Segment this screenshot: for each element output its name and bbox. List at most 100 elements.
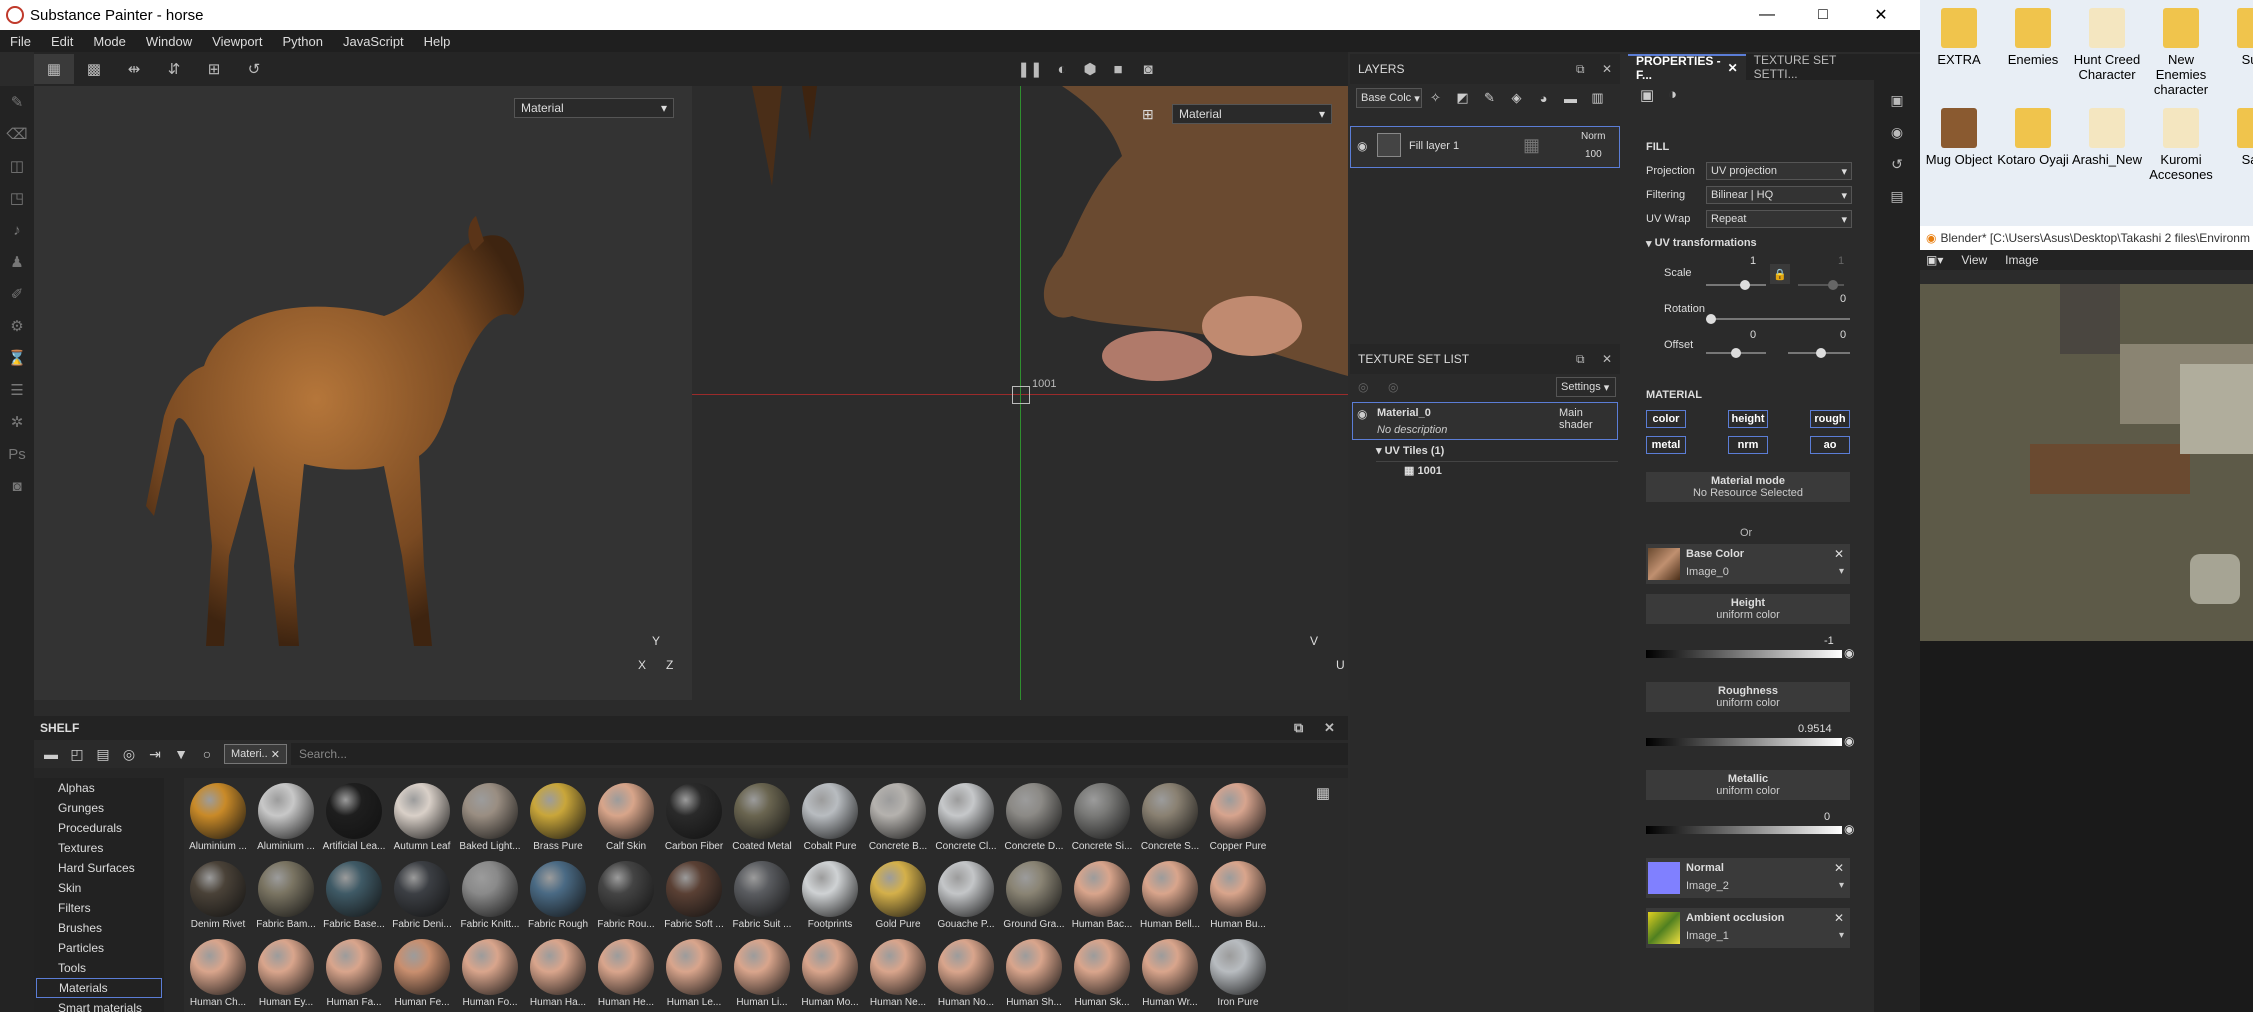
desktop-icon-new-enemies[interactable]: New Enemies character: [2144, 0, 2218, 97]
add-fill-layer-icon[interactable]: ◈: [1503, 86, 1530, 110]
close-button[interactable]: ✕: [1858, 0, 1904, 30]
remove-base-color-icon[interactable]: ✕: [1834, 547, 1844, 561]
shelf-material-item[interactable]: Concrete B...: [864, 778, 932, 858]
shelf-material-item[interactable]: Denim Rivet: [184, 856, 252, 936]
uv-tile-toggle-icon[interactable]: ⊞: [1142, 106, 1154, 123]
metallic-color-picker-icon[interactable]: ◉: [1844, 822, 1854, 836]
folder-icon[interactable]: ▬: [38, 743, 64, 765]
shelf-material-item[interactable]: Human Mo...: [796, 934, 864, 1012]
shelf-category-tools[interactable]: Tools: [34, 958, 164, 978]
rotation-slider[interactable]: [1706, 314, 1850, 324]
offset-u-slider[interactable]: [1706, 348, 1766, 358]
desktop-icon-arashi-new[interactable]: Arashi_New: [2070, 100, 2144, 167]
shelf-material-item[interactable]: Human Wr...: [1136, 934, 1204, 1012]
menu-python[interactable]: Python: [272, 34, 332, 49]
shelf-category-procedurals[interactable]: Procedurals: [34, 818, 164, 838]
shelf-category-smart-materials[interactable]: Smart materials: [34, 998, 164, 1012]
mirror-x-icon[interactable]: ⇹: [114, 54, 154, 84]
scale-u-slider[interactable]: [1706, 280, 1766, 290]
height-color-picker-icon[interactable]: ◉: [1844, 646, 1854, 660]
grid-view-icon[interactable]: ▩: [74, 54, 114, 84]
material-mode-box[interactable]: Material mode No Resource Selected: [1646, 472, 1850, 502]
shelf-category-grunges[interactable]: Grunges: [34, 798, 164, 818]
eraser-icon[interactable]: ⌫: [0, 118, 34, 150]
roughness-channel-box[interactable]: Roughness uniform color: [1646, 682, 1850, 712]
metallic-gradient-slider[interactable]: [1646, 826, 1842, 834]
shelf-material-item[interactable]: Coated Metal: [728, 778, 796, 858]
uv-tile-1001[interactable]: ▦ 1001: [1404, 464, 1442, 477]
shelf-material-item[interactable]: Concrete S...: [1136, 778, 1204, 858]
shelf-material-item[interactable]: Gouache P...: [932, 856, 1000, 936]
ao-dropdown-icon[interactable]: ▾: [1839, 930, 1844, 941]
roughness-color-picker-icon[interactable]: ◉: [1844, 734, 1854, 748]
color-picker-icon[interactable]: ✐: [0, 278, 34, 310]
viewport-2d-uv[interactable]: Material ▾ ⊞ 1001 V U: [692, 86, 1348, 700]
shelf-material-item[interactable]: Baked Light...: [456, 778, 524, 858]
desktop-icon-kotaro-oyaji[interactable]: Kotaro Oyaji: [1996, 100, 2070, 167]
hide-icon[interactable]: ◎: [116, 743, 142, 765]
measure-icon[interactable]: ☰: [0, 374, 34, 406]
desktop-icon-sa[interactable]: Sa...: [2218, 100, 2253, 167]
tsl-close-icon[interactable]: ✕: [1602, 352, 1612, 366]
layer-blend-mode[interactable]: Norm: [1581, 131, 1605, 142]
texture-set-shader[interactable]: Main shader: [1559, 407, 1617, 431]
channel-toggle-nrm[interactable]: nrm: [1728, 436, 1768, 454]
base-color-dropdown-icon[interactable]: ▾: [1839, 566, 1844, 577]
layer-row-fill-layer-1[interactable]: ◉ Fill layer 1 ▦ Norm 100: [1350, 126, 1620, 168]
delete-shelf-icon[interactable]: ▤: [90, 743, 116, 765]
menu-help[interactable]: Help: [414, 34, 461, 49]
base-color-slot[interactable]: Base Color Image_0 ✕ ▾: [1646, 544, 1850, 584]
hide-set-icon[interactable]: ◎: [1358, 380, 1368, 394]
shelf-search-input[interactable]: Search...: [290, 743, 1348, 765]
add-smart-mask-icon[interactable]: ◕: [1530, 86, 1557, 110]
shelf-material-item[interactable]: Cobalt Pure: [796, 778, 864, 858]
blender-menu-view[interactable]: View: [1961, 253, 1987, 267]
projection-select[interactable]: UV projection ▾: [1706, 162, 1852, 180]
shelf-category-textures[interactable]: Textures: [34, 838, 164, 858]
camera-icon[interactable]: ■: [1102, 54, 1134, 84]
desktop-icon-hunt-creed[interactable]: Hunt Creed Character: [2070, 0, 2144, 82]
normal-dropdown-icon[interactable]: ▾: [1839, 880, 1844, 891]
shelf-material-item[interactable]: Human Le...: [660, 934, 728, 1012]
uvwrap-select[interactable]: Repeat ▾: [1706, 210, 1852, 228]
channel-toggle-rough[interactable]: rough: [1810, 410, 1850, 428]
shelf-material-item[interactable]: Calf Skin: [592, 778, 660, 858]
grid-size-icon[interactable]: ▦: [1316, 784, 1330, 802]
shelf-material-item[interactable]: Human Bac...: [1068, 856, 1136, 936]
scale-v-slider[interactable]: [1798, 280, 1844, 290]
desktop-icon-su[interactable]: Su...: [2218, 0, 2253, 67]
add-effect-icon[interactable]: ✧: [1422, 86, 1449, 110]
shelf-material-item[interactable]: Artificial Lea...: [320, 778, 388, 858]
shelf-category-particles[interactable]: Particles: [34, 938, 164, 958]
filter-icon[interactable]: ▼: [168, 743, 194, 765]
paint-brush-icon[interactable]: ✎: [0, 86, 34, 118]
metallic-channel-box[interactable]: Metallic uniform color: [1646, 770, 1850, 800]
scale-lock-icon[interactable]: 🔒: [1770, 264, 1790, 284]
shelf-material-item[interactable]: Human Ey...: [252, 934, 320, 1012]
filtering-select[interactable]: Bilinear | HQ ▾: [1706, 186, 1852, 204]
shelf-material-item[interactable]: Human Fa...: [320, 934, 388, 1012]
add-folder-icon[interactable]: ▬: [1557, 86, 1584, 110]
history-icon[interactable]: ↺: [234, 54, 274, 84]
shelf-material-item[interactable]: Concrete D...: [1000, 778, 1068, 858]
set-eye-icon[interactable]: ◉: [1357, 407, 1367, 421]
plugin-icon[interactable]: ✲: [0, 406, 34, 438]
shelf-material-item[interactable]: Human Ha...: [524, 934, 592, 1012]
shelf-close-icon[interactable]: ✕: [1324, 720, 1335, 736]
projection-icon[interactable]: ◫: [0, 150, 34, 182]
shelf-material-item[interactable]: Ground Gra...: [1000, 856, 1068, 936]
shelf-material-item[interactable]: Human Ne...: [864, 934, 932, 1012]
3d-view-mode-select[interactable]: Material ▾: [514, 98, 674, 118]
shelf-material-item[interactable]: Footprints: [796, 856, 864, 936]
viewport-3d[interactable]: Material ▾ Y X Z: [34, 86, 692, 700]
add-mask-icon[interactable]: ◩: [1449, 86, 1476, 110]
display-settings-dock-icon[interactable]: ▣: [1874, 84, 1920, 116]
shelf-material-item[interactable]: Fabric Base...: [320, 856, 388, 936]
shelf-material-item[interactable]: Human He...: [592, 934, 660, 1012]
shelf-material-item[interactable]: Fabric Soft ...: [660, 856, 728, 936]
blender-image-editor[interactable]: [1920, 284, 2253, 641]
roughness-gradient-slider[interactable]: [1646, 738, 1842, 746]
height-channel-box[interactable]: Height uniform color: [1646, 594, 1850, 624]
import-icon[interactable]: ⇥: [142, 743, 168, 765]
shelf-material-item[interactable]: Fabric Bam...: [252, 856, 320, 936]
